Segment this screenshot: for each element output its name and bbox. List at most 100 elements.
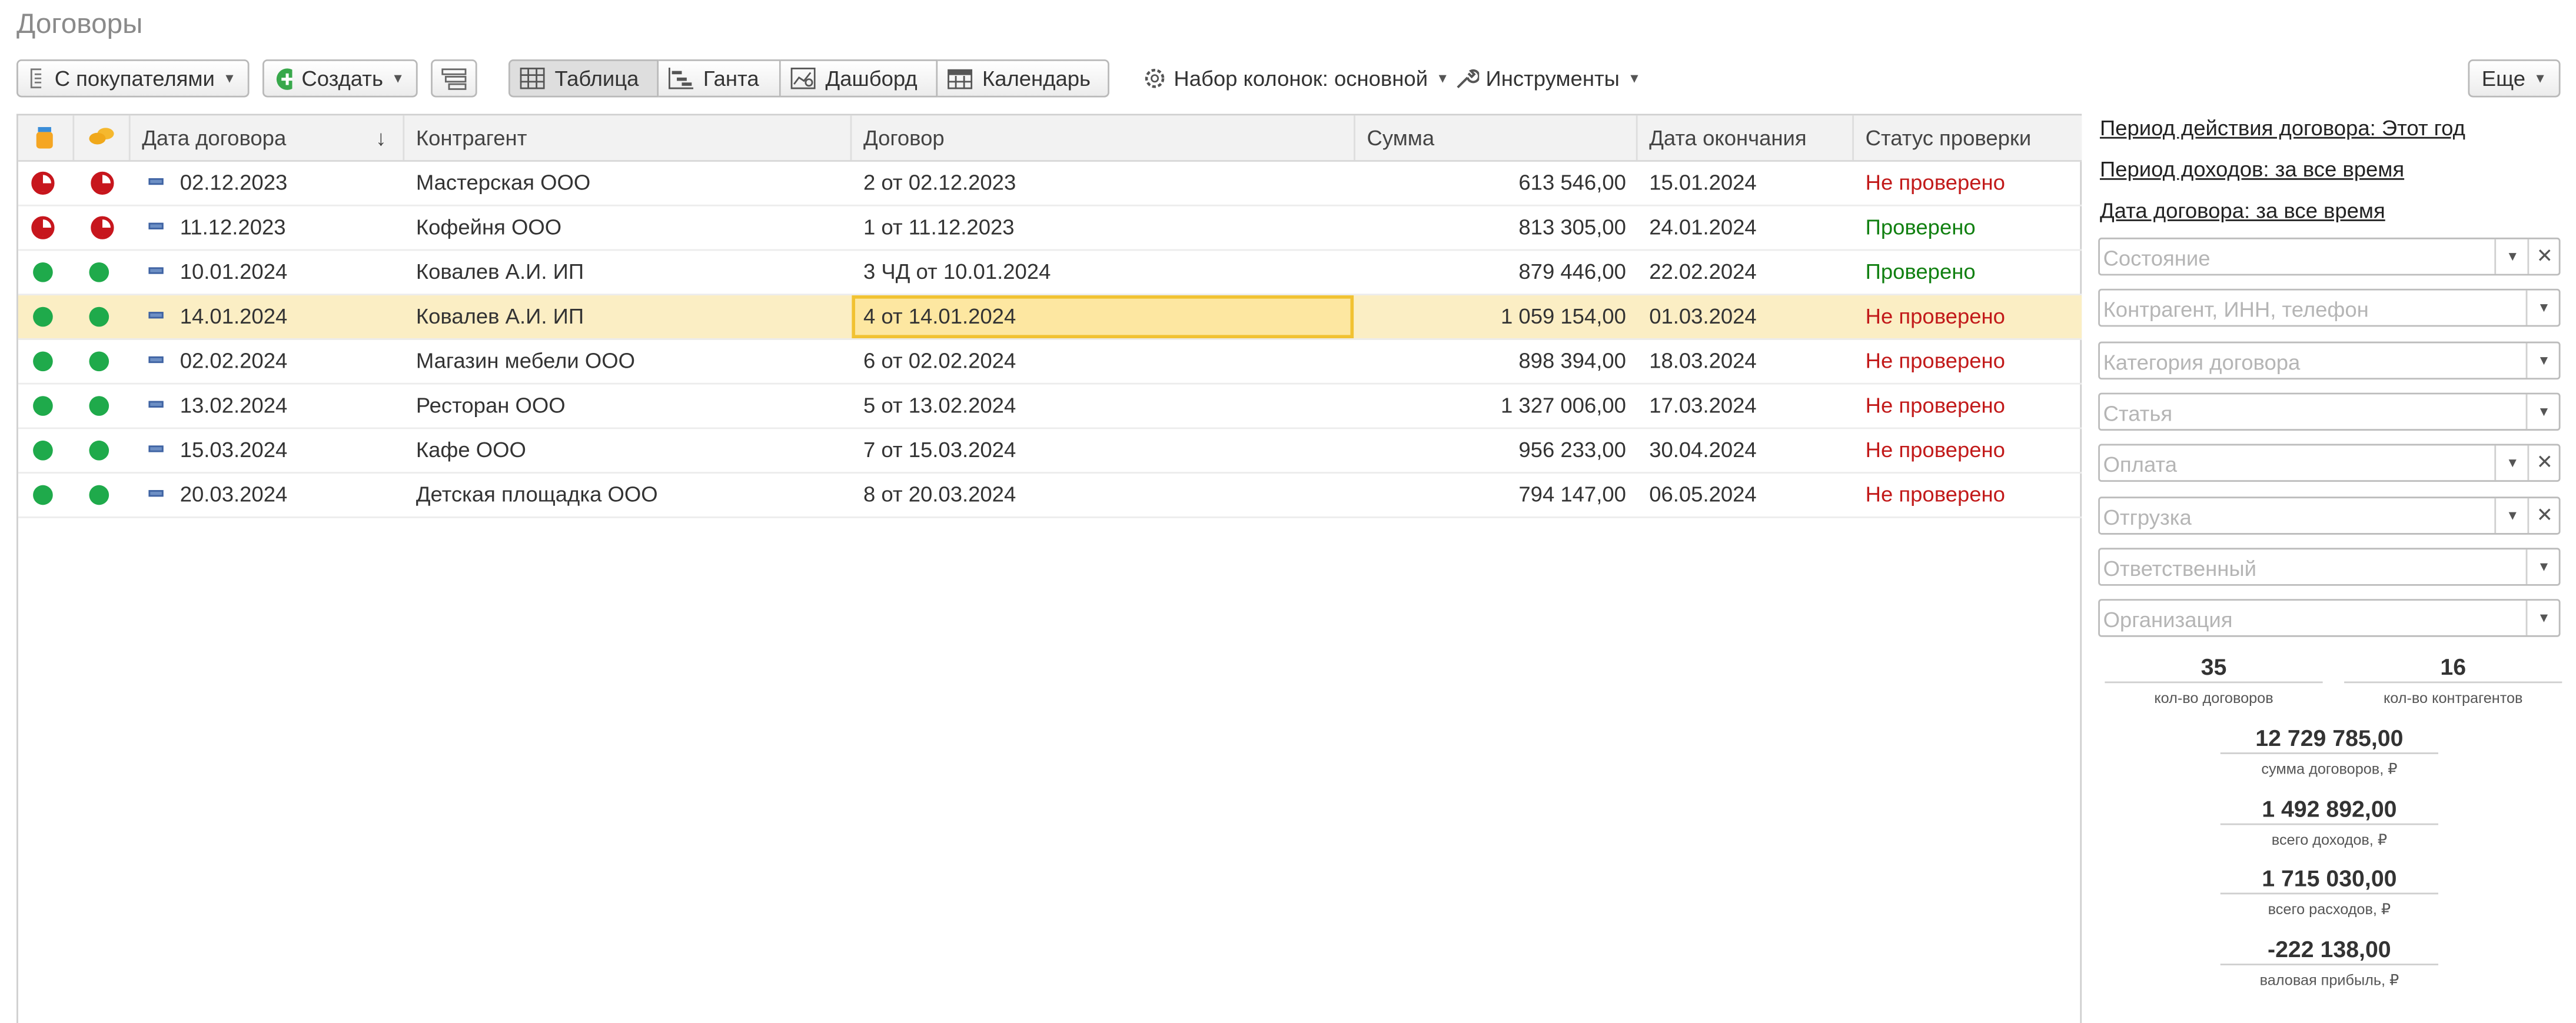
cell-contract[interactable]: 5 от 13.02.2024 [852,385,1355,428]
cell-contract[interactable]: 1 от 11.12.2023 [852,206,1355,249]
period-link[interactable]: Период действия договора: Этот год [2100,115,2465,140]
table-row[interactable]: 10.01.2024 Ковалев А.И. ИП 3 ЧД от 10.01.2… [18,251,2082,296]
coins-icon [89,128,114,145]
filter-placeholder: Ответственный [2103,555,2256,581]
clear-icon[interactable]: ✕ [2527,497,2560,532]
filter-field[interactable]: Оплата ▼ ✕ [2098,444,2561,482]
chevron-down-icon[interactable]: ▼ [2525,394,2561,429]
cell-end-date: 18.03.2024 [1649,348,1757,373]
filter-field[interactable]: Организация ▼ [2098,599,2561,637]
filter-placeholder: Контрагент, ИНН, телефон [2103,297,2369,322]
table-row[interactable]: 11.12.2023 Кофейня ООО 1 от 11.12.2023 813 … [18,206,2082,251]
dashboard-icon [790,68,816,89]
wrench-icon [1457,69,1480,89]
create-button[interactable]: Создать ▼ [262,59,418,98]
table-row[interactable]: 15.03.2024 Кафе ООО 7 от 15.03.2024 956 233… [18,429,2082,474]
header-date[interactable]: Дата договора ↓ [131,115,405,161]
sort-down-arrow-icon: ↓ [375,125,387,151]
document-icon [148,178,164,185]
tab-table[interactable]: Таблица [508,59,659,98]
filter-field[interactable]: Категория договора ▼ [2098,341,2561,379]
cell-partner: Ресторан ООО [416,392,566,418]
cell-date: 13.02.2024 [180,392,288,418]
table-row[interactable]: 14.01.2024 Ковалев А.И. ИП 4 от 14.01.2024… [18,295,2082,340]
chevron-down-icon[interactable]: ▼ [2494,239,2529,274]
filter-placeholder: Категория договора [2103,349,2301,374]
header-state-col[interactable] [18,115,75,161]
cell-sum: 794 147,00 [1518,482,1626,507]
filter-placeholder: Состояние [2103,245,2211,271]
document-icon [148,312,164,319]
settings-list-button[interactable] [431,59,477,98]
cell-contract[interactable]: 3 ЧД от 10.01.2024 [852,251,1355,294]
more-button[interactable]: Еще ▼ [2468,59,2561,98]
stat-value: 1 492 892,00 [2262,794,2397,821]
table-row[interactable]: 13.02.2024 Ресторан ООО 5 от 13.02.2024 1 3… [18,385,2082,429]
stat-value: 35 [2201,653,2227,680]
filter-field[interactable]: Контрагент, ИНН, телефон ▼ [2098,289,2561,328]
header-partner[interactable]: Контрагент [404,115,852,161]
customers-filter-button[interactable]: С покупателями ▼ [16,59,250,98]
gear-icon [1145,68,1165,88]
cell-contract[interactable]: 6 от 02.02.2024 [852,340,1355,383]
filter-placeholder: Оплата [2103,452,2178,478]
chevron-down-icon[interactable]: ▼ [2525,601,2561,636]
header-date-label: Дата договора [142,125,287,151]
filter-field[interactable]: Состояние ▼ ✕ [2098,237,2561,276]
status-dot-icon [89,306,109,327]
stat-label: кол-во договоров [2154,689,2273,707]
tab-calendar[interactable]: Календарь [938,59,1109,98]
chevron-down-icon[interactable]: ▼ [2525,291,2561,326]
chevron-down-icon[interactable]: ▼ [2494,445,2529,481]
cell-date: 14.01.2024 [180,304,288,329]
filter-field[interactable]: Отгрузка ▼ ✕ [2098,495,2561,534]
tools-menu[interactable]: Инструменты ▼ [1454,66,1641,91]
header-payment-col[interactable] [74,115,131,161]
chevron-down-icon: ▼ [2534,71,2547,86]
period-link[interactable]: Период доходов: за все время [2100,156,2404,181]
header-status[interactable]: Статус проверки [1854,115,2082,160]
status-dot-icon [33,351,53,372]
status-dot-icon [89,351,109,372]
period-link[interactable]: Дата договора: за все время [2100,198,2385,223]
stat-divider [2220,822,2438,825]
cell-end-date: 01.03.2024 [1649,304,1757,329]
column-set-menu[interactable]: Набор колонок: основной ▼ [1142,66,1449,91]
tab-calendar-label: Календарь [982,66,1091,91]
chevron-down-icon[interactable]: ▼ [2494,497,2529,532]
chevron-down-icon[interactable]: ▼ [2525,342,2561,378]
cell-end-date: 17.03.2024 [1649,392,1757,418]
tab-gantt[interactable]: Ганта [659,59,781,98]
clear-icon[interactable]: ✕ [2527,445,2560,481]
status-dot-icon [33,306,53,327]
tools-label: Инструменты [1485,66,1620,91]
table-row[interactable]: 02.02.2024 Магазин мебели ООО 6 от 02.02.2… [18,340,2082,385]
filter-field[interactable]: Ответственный ▼ [2098,547,2561,586]
cell-status: Не проверено [1865,169,2005,195]
chevron-down-icon[interactable]: ▼ [2525,549,2561,584]
tab-dashboard[interactable]: Дашборд [780,59,938,98]
cell-contract[interactable]: 8 от 20.03.2024 [852,474,1355,517]
overdue-pie-icon [31,171,55,195]
cell-sum: 813 305,00 [1518,214,1626,239]
header-sum[interactable]: Сумма [1355,115,1638,161]
cell-status: Не проверено [1865,437,2005,462]
stat-label: всего расходов, ₽ [2268,901,2391,918]
stat-label: кол-во контрагентов [2383,689,2523,707]
calendar-icon [948,69,973,89]
table-row[interactable]: 02.12.2023 Мастерская ООО 2 от 02.12.2023 6… [18,162,2082,206]
document-icon [148,401,164,408]
cell-contract[interactable]: 4 от 14.01.2024 [852,295,1355,338]
stat-divider [2220,962,2438,965]
clear-icon[interactable]: ✕ [2527,239,2560,274]
cell-partner: Детская площадка ООО [416,482,658,507]
table-row[interactable]: 20.03.2024 Детская площадка ООО 8 от 20.03… [18,474,2082,518]
stat-label: сумма договоров, ₽ [2261,761,2398,778]
filter-field[interactable]: Статья ▼ [2098,392,2561,431]
more-label: Еще [2481,66,2525,91]
cell-contract[interactable]: 2 от 02.12.2023 [852,162,1355,205]
cell-contract[interactable]: 7 от 15.03.2024 [852,429,1355,472]
header-contract[interactable]: Договор [852,115,1355,161]
header-end-date[interactable]: Дата окончания [1638,115,1854,161]
tab-table-label: Таблица [554,66,639,91]
